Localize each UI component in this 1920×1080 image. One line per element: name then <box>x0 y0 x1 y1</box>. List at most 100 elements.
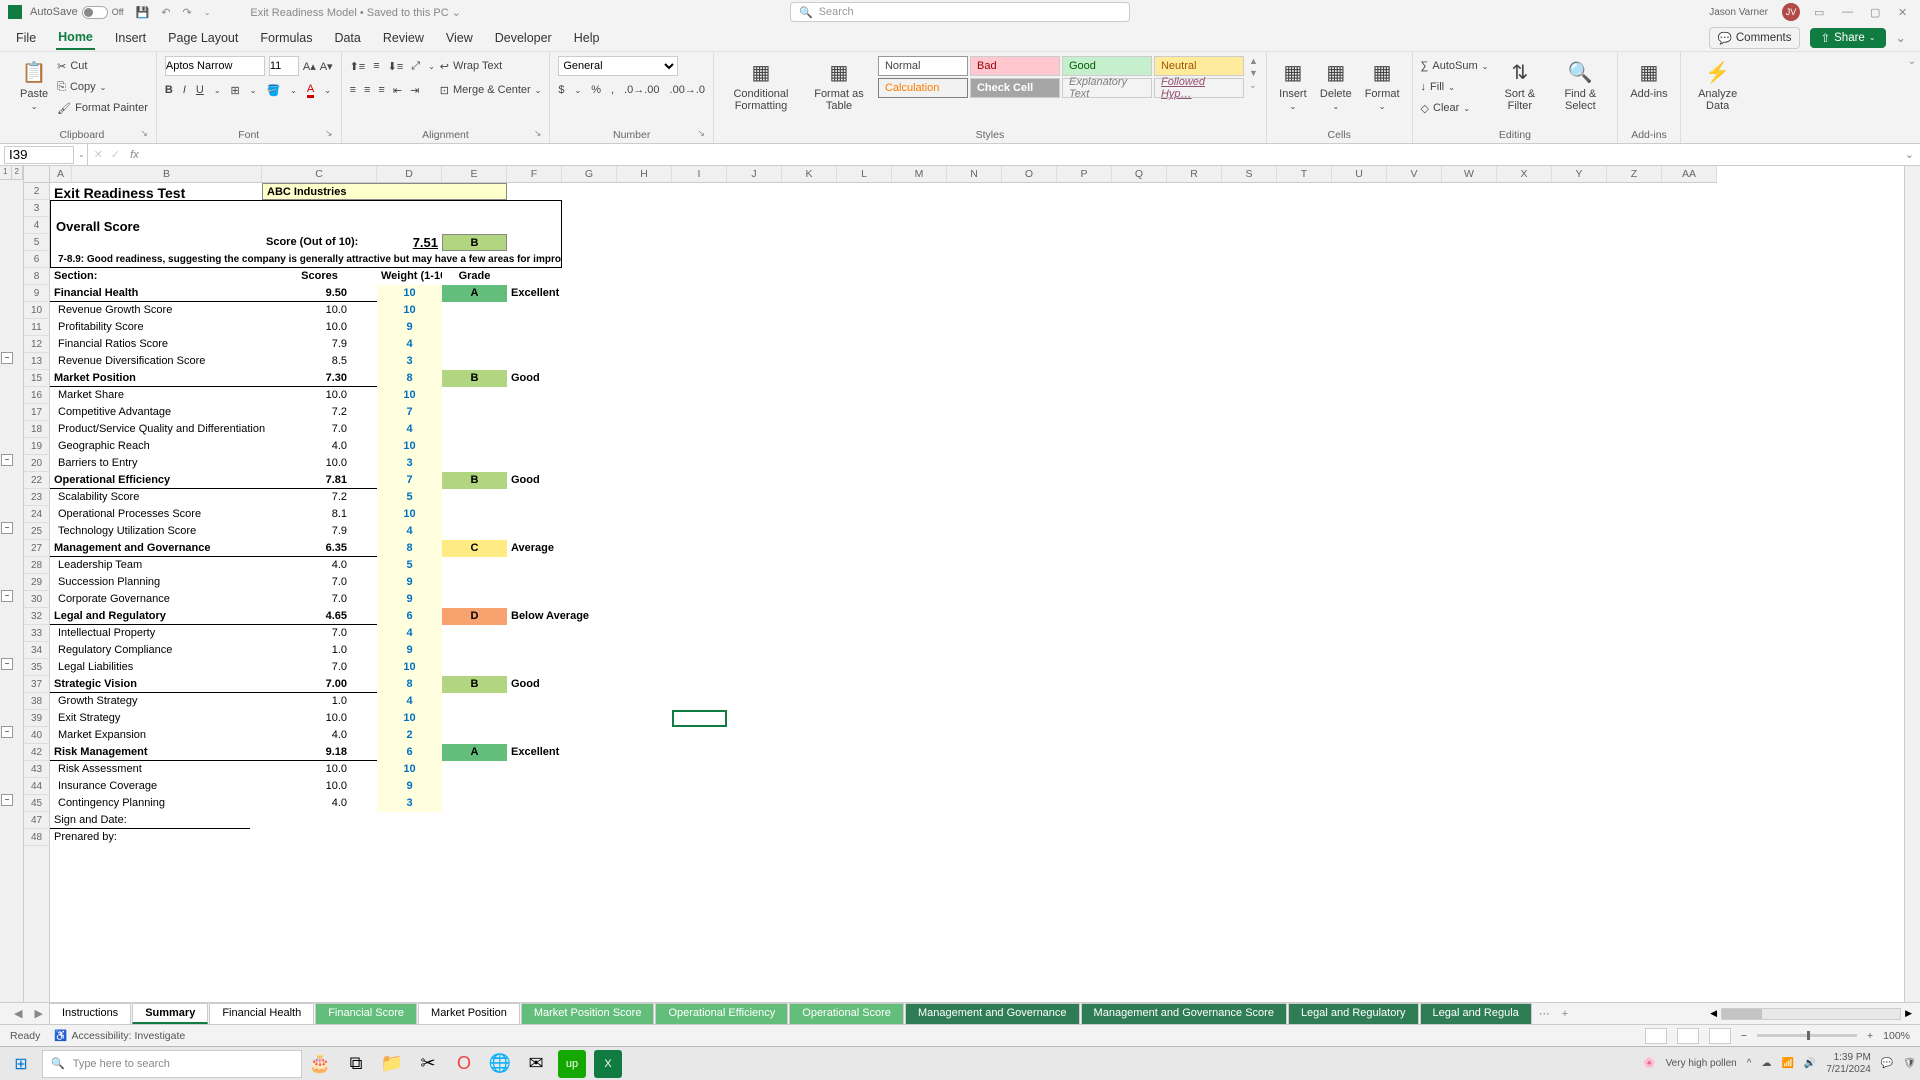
normal-view-icon[interactable] <box>1645 1028 1667 1044</box>
worksheet-grid[interactable]: 12 −−−−−−− ABCDEFGHIJKLMNOPQRSTUVWXYZAA … <box>0 166 1920 1002</box>
item-weight[interactable]: 4 <box>377 625 442 642</box>
row-header-39[interactable]: 39 <box>24 710 49 727</box>
section-name[interactable]: Strategic Vision <box>50 676 270 693</box>
col-header-U[interactable]: U <box>1332 166 1387 182</box>
weather-text[interactable]: Very high pollen <box>1666 1058 1737 1069</box>
user-name[interactable]: Jason Varner <box>1709 7 1768 18</box>
item-weight[interactable]: 4 <box>377 693 442 710</box>
zoom-out-icon[interactable]: − <box>1741 1030 1747 1042</box>
section-name[interactable]: Management and Governance <box>50 540 270 557</box>
percent-icon[interactable]: % <box>591 84 601 96</box>
col-header-N[interactable]: N <box>947 166 1002 182</box>
col-header-K[interactable]: K <box>782 166 837 182</box>
style-followed-hyperlink[interactable]: Followed Hyp… <box>1154 78 1244 98</box>
lock-screen-icon[interactable]: 🛡 <box>1903 1058 1916 1069</box>
section-weight[interactable]: 6 <box>377 608 442 625</box>
share-button[interactable]: ⇧Share⌄ <box>1810 28 1885 48</box>
sheet-nav-next-icon[interactable]: ▶ <box>28 1007 48 1020</box>
outline-collapse-button[interactable]: − <box>1 522 13 534</box>
row-header-17[interactable]: 17 <box>24 404 49 421</box>
row-header-25[interactable]: 25 <box>24 523 49 540</box>
font-name-input[interactable] <box>165 56 265 76</box>
qat-more-icon[interactable]: ⌄ <box>204 8 211 17</box>
section-name[interactable]: Risk Management <box>50 744 270 761</box>
section-score[interactable]: 9.18 <box>262 744 377 761</box>
row-header-37[interactable]: 37 <box>24 676 49 693</box>
item-score[interactable]: 7.2 <box>262 404 377 421</box>
task-view-icon[interactable]: ⧉ <box>342 1050 370 1078</box>
item-score[interactable]: 7.2 <box>262 489 377 506</box>
page-break-view-icon[interactable] <box>1709 1028 1731 1044</box>
row-header-12[interactable]: 12 <box>24 336 49 353</box>
notifications-icon[interactable]: 💬 <box>1881 1058 1893 1069</box>
col-header-R[interactable]: R <box>1167 166 1222 182</box>
cells-area[interactable]: Exit Readiness TestABC IndustriesOverall… <box>50 183 1904 1002</box>
new-sheet-icon[interactable]: + <box>1556 1008 1574 1020</box>
col-header-D[interactable]: D <box>377 166 442 182</box>
col-header-Z[interactable]: Z <box>1607 166 1662 182</box>
format-as-table-button[interactable]: ▦Format as Table <box>805 56 873 114</box>
section-weight[interactable]: 10 <box>377 285 442 302</box>
item-score[interactable]: 8.5 <box>262 353 377 370</box>
item-weight[interactable]: 10 <box>377 438 442 455</box>
zoom-level[interactable]: 100% <box>1883 1030 1910 1042</box>
row-header-47[interactable]: 47 <box>24 812 49 829</box>
dialog-launcher-icon[interactable]: ↘ <box>697 128 705 139</box>
page-layout-view-icon[interactable] <box>1677 1028 1699 1044</box>
accessibility-icon[interactable]: ♿ <box>54 1029 67 1042</box>
row-header-4[interactable]: 4 <box>24 217 49 234</box>
expand-formula-bar-icon[interactable]: ⌄ <box>1899 148 1920 161</box>
section-grade-text[interactable]: Good <box>507 472 607 489</box>
section-name[interactable]: Financial Health <box>50 285 270 302</box>
section-grade-text[interactable]: Average <box>507 540 607 557</box>
item-score[interactable]: 7.9 <box>262 336 377 353</box>
fill-color-button[interactable]: 🪣 <box>266 84 280 97</box>
sheet-tab[interactable]: Market Position Score <box>521 1003 655 1024</box>
col-header-A[interactable]: A <box>50 166 72 182</box>
tab-review[interactable]: Review <box>381 27 426 49</box>
row-header-8[interactable]: 8 <box>24 268 49 285</box>
item-score[interactable]: 10.0 <box>262 455 377 472</box>
col-header-AA[interactable]: AA <box>1662 166 1717 182</box>
section-grade[interactable]: B <box>442 676 507 693</box>
item-weight[interactable]: 9 <box>377 778 442 795</box>
score-label[interactable]: Score (Out of 10): <box>262 234 392 251</box>
section-score[interactable]: 7.00 <box>262 676 377 693</box>
style-normal[interactable]: Normal <box>878 56 968 76</box>
hdr-section[interactable]: Section: <box>50 268 101 285</box>
item-score[interactable]: 10.0 <box>262 778 377 795</box>
number-format-select[interactable]: General <box>558 56 678 76</box>
file-explorer-icon[interactable]: 📁 <box>378 1050 406 1078</box>
horizontal-scrollbar[interactable] <box>1721 1008 1901 1020</box>
zoom-in-icon[interactable]: + <box>1867 1030 1873 1042</box>
section-weight[interactable]: 6 <box>377 744 442 761</box>
enter-formula-icon[interactable]: ✓ <box>107 148 124 161</box>
col-header-L[interactable]: L <box>837 166 892 182</box>
accounting-icon[interactable]: $ <box>558 84 564 96</box>
decrease-indent-icon[interactable]: ⇤ <box>393 84 402 97</box>
section-grade[interactable]: B <box>442 472 507 489</box>
row-header-10[interactable]: 10 <box>24 302 49 319</box>
row-header-27[interactable]: 27 <box>24 540 49 557</box>
style-good[interactable]: Good <box>1062 56 1152 76</box>
document-title[interactable]: Exit Readiness Model • Saved to this PC … <box>250 6 461 19</box>
autosave-toggle[interactable]: AutoSave Off <box>30 6 124 19</box>
tab-home[interactable]: Home <box>56 26 95 50</box>
active-cell[interactable] <box>672 710 727 727</box>
row-header-33[interactable]: 33 <box>24 625 49 642</box>
toggle-icon[interactable] <box>82 6 108 19</box>
col-header-I[interactable]: I <box>672 166 727 182</box>
ribbon-options-icon[interactable]: ⌄ <box>1904 52 1920 143</box>
col-header-T[interactable]: T <box>1277 166 1332 182</box>
increase-decimal-icon[interactable]: .0→.00 <box>624 84 659 96</box>
prepared-by[interactable]: Prenared by: <box>50 829 250 846</box>
row-header-2[interactable]: 2 <box>24 183 49 200</box>
row-header-43[interactable]: 43 <box>24 761 49 778</box>
section-grade-text[interactable]: Excellent <box>507 285 607 302</box>
sheet-more-icon[interactable]: ⋯ <box>1533 1007 1556 1020</box>
increase-font-icon[interactable]: A▴ <box>303 60 316 73</box>
undo-icon[interactable]: ↶ <box>161 6 170 19</box>
item-score[interactable]: 1.0 <box>262 642 377 659</box>
section-weight[interactable]: 8 <box>377 370 442 387</box>
score-note[interactable]: 7-8.9: Good readiness, suggesting the co… <box>50 251 562 268</box>
